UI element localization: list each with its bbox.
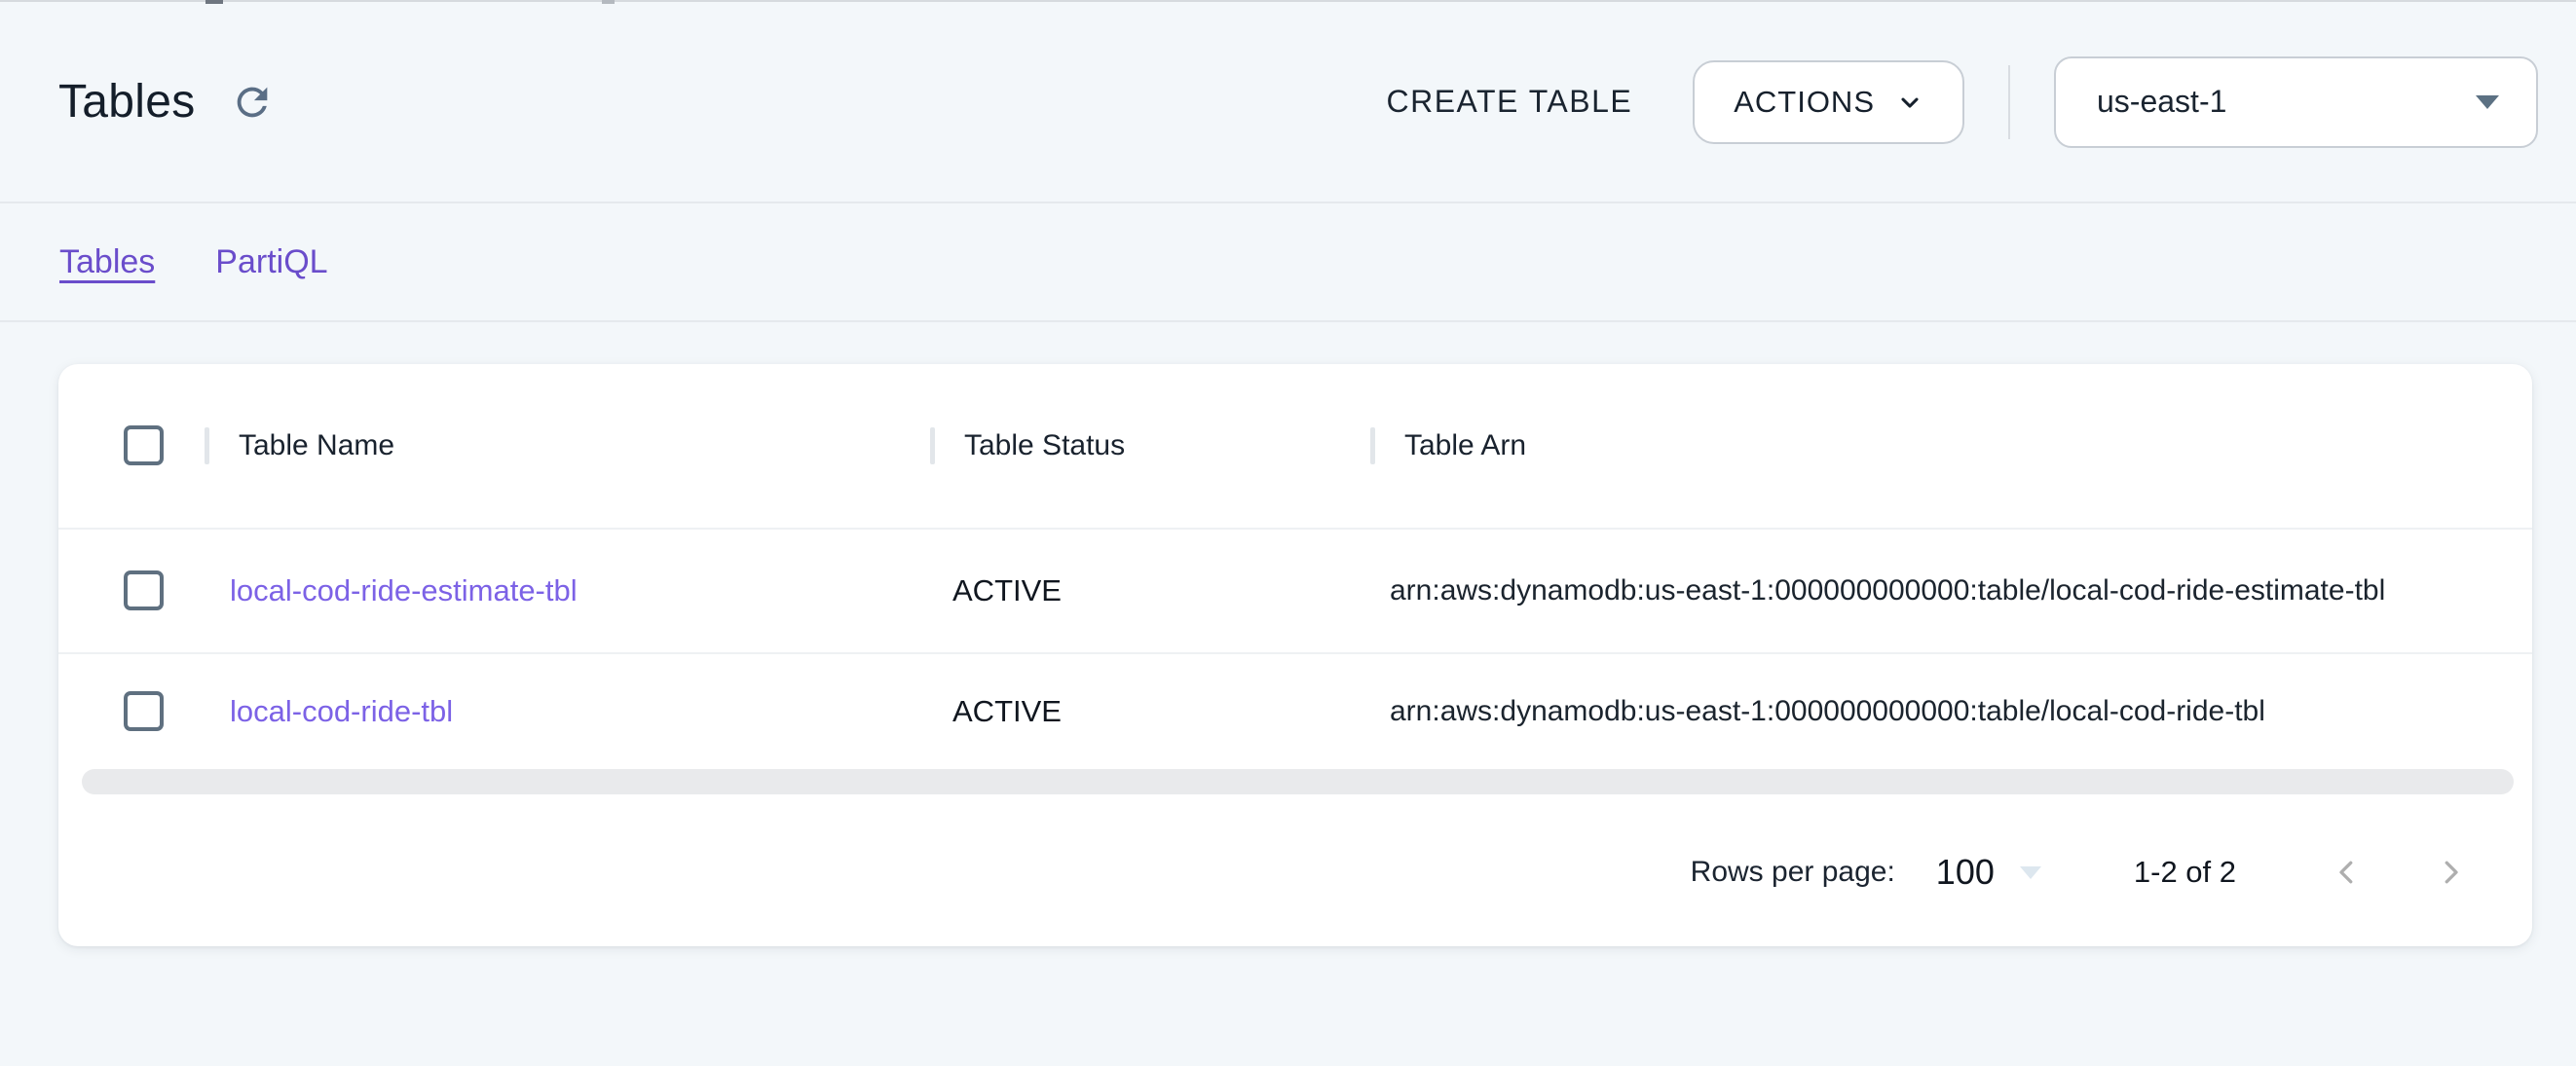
select-all-checkbox[interactable] — [124, 425, 164, 465]
caret-down-icon — [2476, 95, 2499, 109]
table-status-value: ACTIVE — [952, 694, 1062, 728]
row-checkbox-cell — [58, 691, 205, 732]
chevron-down-icon — [1896, 89, 1923, 116]
row-checkbox[interactable] — [124, 570, 164, 610]
pagination-bar: Rows per page: 100 1-2 of 2 — [58, 794, 2532, 950]
table-name-cell: local-cod-ride-tbl — [205, 694, 930, 729]
table-name-cell: local-cod-ride-estimate-tbl — [205, 573, 930, 608]
column-divider — [205, 427, 209, 464]
caret-down-icon — [2020, 866, 2041, 879]
table-header-row: Table Name Table Status Table Arn — [58, 364, 2532, 528]
table-status-cell: ACTIVE — [930, 573, 1370, 608]
rows-per-page-label: Rows per page: — [1691, 856, 1895, 889]
column-header-label: Table Arn — [1404, 429, 1526, 462]
horizontal-scrollbar[interactable] — [82, 769, 2514, 794]
table-row: local-cod-ride-estimate-tbl ACTIVE arn:a… — [58, 528, 2532, 652]
column-header-table-arn: Table Arn — [1370, 427, 2532, 464]
column-header-label: Table Status — [964, 429, 1125, 462]
table-arn-cell: arn:aws:dynamodb:us-east-1:000000000000:… — [1370, 574, 2532, 607]
table-arn-value: arn:aws:dynamodb:us-east-1:000000000000:… — [1390, 574, 2385, 607]
table-name-link[interactable]: local-cod-ride-tbl — [230, 694, 453, 728]
tables-card: Table Name Table Status Table Arn local-… — [58, 364, 2532, 946]
table-arn-value: arn:aws:dynamodb:us-east-1:000000000000:… — [1390, 695, 2265, 727]
row-checkbox[interactable] — [124, 691, 164, 731]
refresh-button[interactable] — [227, 77, 278, 128]
table-status-cell: ACTIVE — [930, 694, 1370, 729]
column-header-table-status: Table Status — [930, 427, 1370, 464]
column-header-label: Table Name — [239, 429, 394, 462]
create-table-button[interactable]: CREATE TABLE — [1386, 84, 1632, 120]
column-divider — [930, 427, 935, 464]
page-title: Tables — [58, 75, 196, 129]
header-vertical-divider — [2008, 65, 2010, 139]
table-status-value: ACTIVE — [952, 573, 1062, 607]
chevron-right-icon — [2433, 855, 2468, 890]
region-select-value: us-east-1 — [2097, 84, 2226, 120]
row-checkbox-cell — [58, 570, 205, 611]
table-arn-cell: arn:aws:dynamodb:us-east-1:000000000000:… — [1370, 695, 2532, 728]
column-header-table-name: Table Name — [205, 427, 930, 464]
rows-per-page-select[interactable]: 100 — [1936, 852, 2041, 893]
table-name-link[interactable]: local-cod-ride-estimate-tbl — [230, 573, 578, 607]
header-controls: CREATE TABLE ACTIONS us-east-1 — [1386, 56, 2538, 148]
rows-per-page-value: 100 — [1936, 852, 1995, 893]
header-checkbox-cell — [58, 425, 205, 466]
page-header: Tables CREATE TABLE ACTIONS us-east — [0, 2, 2576, 202]
previous-page-button[interactable] — [2326, 851, 2369, 894]
table-row: local-cod-ride-tbl ACTIVE arn:aws:dynamo… — [58, 652, 2532, 769]
pagination-range-label: 1-2 of 2 — [2134, 855, 2236, 890]
region-select[interactable]: us-east-1 — [2054, 56, 2538, 148]
actions-menu-button[interactable]: ACTIONS — [1693, 60, 1964, 144]
next-page-button[interactable] — [2429, 851, 2472, 894]
refresh-icon — [230, 80, 275, 125]
chevron-left-icon — [2330, 855, 2365, 890]
column-divider — [1370, 427, 1375, 464]
dynamodb-admin-page: Tables CREATE TABLE ACTIONS us-east — [0, 0, 2576, 1066]
tab-tables[interactable]: Tables — [59, 243, 155, 281]
actions-button-label: ACTIONS — [1734, 85, 1875, 120]
tab-bar: Tables PartiQL — [0, 202, 2576, 322]
tab-partiql[interactable]: PartiQL — [215, 243, 327, 281]
